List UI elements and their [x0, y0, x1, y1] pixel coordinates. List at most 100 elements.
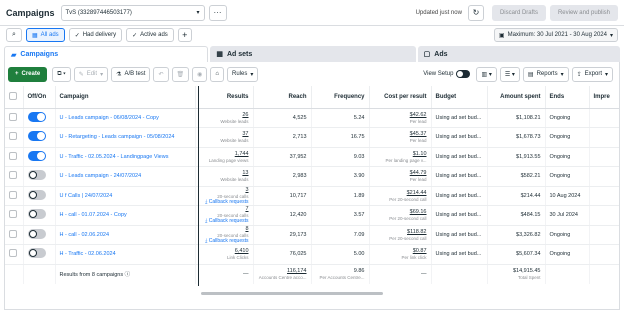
results-value[interactable]: 1,744 — [235, 151, 249, 157]
results-value[interactable]: 37 — [242, 131, 248, 137]
view-setup-toggle[interactable]: View Setup — [423, 70, 471, 78]
campaign-name-link[interactable]: U f Calls | 24/07/2024 — [60, 193, 113, 199]
campaign-toggle[interactable] — [27, 170, 46, 181]
campaign-name-link[interactable]: U - Traffic - 02.05.2024 - Landingpage V… — [60, 154, 169, 160]
row-checkbox[interactable] — [9, 151, 17, 160]
results-value[interactable]: 13 — [242, 170, 248, 176]
rules-button[interactable]: Rules ▾ — [227, 66, 259, 82]
row-checkbox[interactable] — [9, 249, 17, 258]
row-checkbox[interactable] — [9, 171, 17, 180]
callback-label: Callback requests — [208, 237, 249, 244]
view-setup-switch[interactable] — [456, 70, 471, 78]
filter-had-delivery[interactable]: ✓ Had delivery — [68, 28, 123, 42]
frozen-column-divider[interactable] — [198, 86, 199, 286]
date-range-picker[interactable]: ▣ Maximum: 30 Jul 2021 - 30 Aug 2024 ▾ — [493, 28, 618, 42]
campaign-name-link[interactable]: U - Leads campaign - 06/08/2024 - Copy — [60, 115, 159, 121]
cost-per-result-value: $1.10 — [412, 150, 427, 157]
review-publish-button[interactable]: Review and publish — [549, 4, 618, 21]
ab-test-button[interactable]: ⚗ A/B test — [111, 66, 151, 82]
campaign-toggle[interactable] — [27, 131, 46, 142]
table-row[interactable]: U - Leads campaign - 24/07/2024 13 Website… — [5, 166, 619, 187]
tab-ad-sets[interactable]: ▦ Ad sets — [210, 46, 416, 62]
ends-cell: Ongoing — [545, 147, 590, 167]
tab-ads[interactable]: ▢ Ads — [417, 46, 621, 62]
results-value[interactable]: 6,410 — [235, 248, 249, 254]
col-header-frequency[interactable]: Frequency — [311, 86, 370, 109]
callback-requests[interactable]: ⤓ Callback requests — [200, 237, 249, 244]
campaign-name-link[interactable]: H - Traffic - 02.06.2024 — [60, 251, 116, 257]
results-value[interactable]: 7 — [245, 206, 248, 212]
more-options-button[interactable]: ··· — [208, 4, 227, 21]
callback-requests[interactable]: ⤓ Callback requests — [200, 199, 248, 205]
campaign-name-link[interactable]: U - Leads campaign - 24/07/2024 — [60, 173, 142, 179]
undo-button[interactable]: ↶ — [153, 66, 169, 82]
table-row[interactable]: U - Traffic - 02.05.2024 - Landingpage V… — [5, 147, 619, 167]
breakdown-button[interactable]: ☰ ▾ — [499, 66, 520, 82]
campaign-table-container: Off/On Campaign Results Reach Frequency … — [4, 86, 620, 310]
select-all-checkbox[interactable] — [9, 91, 17, 100]
campaign-name-link[interactable]: U - Retargeting - Leads campaign - 05/08… — [60, 134, 175, 140]
campaign-name-link[interactable]: H - call - 02.06.2024 — [60, 232, 110, 238]
filter-all-ads[interactable]: ▦ All ads — [26, 28, 65, 42]
campaign-toggle[interactable] — [27, 248, 46, 259]
columns-button[interactable]: ▥ ▾ — [476, 66, 497, 82]
delete-button[interactable]: 🗑 — [171, 66, 190, 82]
search-button[interactable]: ⌕ — [6, 28, 22, 42]
campaign-toggle[interactable] — [27, 189, 46, 200]
campaign-toggle[interactable] — [27, 111, 46, 122]
summary-freq-cell: 9.86 Per Accounts Centre... — [311, 264, 370, 284]
campaign-toggle[interactable] — [27, 150, 46, 161]
row-checkbox[interactable] — [9, 132, 17, 141]
horizontal-scrollbar[interactable] — [201, 292, 383, 295]
row-toggle-cell — [23, 186, 56, 206]
col-header-budget[interactable]: Budget — [431, 86, 488, 109]
export-button[interactable]: ⇪ Export ▾ — [571, 66, 613, 82]
col-header-amount-spent[interactable]: Amount spent — [487, 86, 546, 109]
add-filter-button[interactable]: + — [177, 28, 192, 42]
col-header-reach[interactable]: Reach — [253, 86, 312, 109]
col-header-campaign[interactable]: Campaign — [55, 86, 196, 109]
row-checkbox[interactable] — [9, 190, 17, 199]
summary-results: — — [195, 264, 254, 284]
row-toggle-cell — [23, 225, 56, 245]
tab-campaigns[interactable]: ▰ Campaigns — [4, 46, 209, 62]
plus-icon: + — [182, 30, 188, 40]
campaign-toggle[interactable] — [27, 209, 46, 220]
results-value[interactable]: 3 — [245, 187, 248, 193]
account-selector[interactable]: TvS (332897446503177) ▾ — [60, 4, 205, 21]
table-row[interactable]: H - call - 01.07.2024 - Copy 7 20-second c… — [5, 205, 619, 226]
summary-spacer — [431, 264, 488, 284]
refresh-button[interactable]: ↻ — [467, 4, 484, 21]
col-header-impressions[interactable]: Impre — [589, 86, 619, 109]
table-row[interactable]: U - Retargeting - Leads campaign - 05/08… — [5, 127, 619, 148]
row-checkbox[interactable] — [9, 229, 17, 238]
filter-active-ads[interactable]: ✓ Active ads — [126, 28, 174, 42]
reports-button[interactable]: ▤ Reports ▾ — [522, 66, 569, 82]
row-checkbox[interactable] — [9, 210, 17, 219]
table-row[interactable]: U - Leads campaign - 06/08/2024 - Copy 26… — [5, 108, 619, 128]
tag-button[interactable]: ⌂ — [210, 66, 225, 82]
impressions-cell — [589, 186, 619, 206]
campaign-name-link[interactable]: H - call - 01.07.2024 - Copy — [60, 212, 127, 218]
table-row[interactable]: H - Traffic - 02.06.2024 6,410 Link Clicks… — [5, 244, 619, 265]
campaign-name-cell: H - Traffic - 02.06.2024 — [55, 244, 196, 265]
results-value[interactable]: 8 — [245, 226, 248, 232]
col-header-offon[interactable]: Off/On — [23, 86, 56, 109]
row-checkbox[interactable] — [9, 112, 17, 121]
campaign-toggle[interactable] — [27, 228, 46, 239]
duplicate-button[interactable]: ⧉ ▾ — [52, 66, 71, 82]
summary-freq-sub: Per Accounts Centre... — [319, 275, 365, 281]
check-icon: ✓ — [132, 32, 138, 39]
discard-drafts-button[interactable]: Discard Drafts — [491, 4, 546, 21]
eye-icon: ◉ — [197, 71, 203, 78]
callback-requests[interactable]: ⤓ Callback requests — [200, 218, 248, 224]
results-value[interactable]: 26 — [242, 112, 248, 118]
preview-button[interactable]: ◉ — [192, 66, 208, 82]
table-row[interactable]: H - call - 02.06.2024 8 20-second calls ⤓ C… — [5, 225, 619, 245]
create-button[interactable]: + Create — [8, 66, 48, 82]
col-header-results[interactable]: Results — [195, 86, 254, 109]
col-header-ends[interactable]: Ends — [545, 86, 590, 109]
col-header-cost-per-result[interactable]: Cost per result — [369, 86, 432, 109]
table-row[interactable]: U f Calls | 24/07/2024 3 20-second calls ⤓ … — [5, 186, 619, 206]
edit-button[interactable]: ✎ Edit ▾ — [73, 66, 109, 82]
